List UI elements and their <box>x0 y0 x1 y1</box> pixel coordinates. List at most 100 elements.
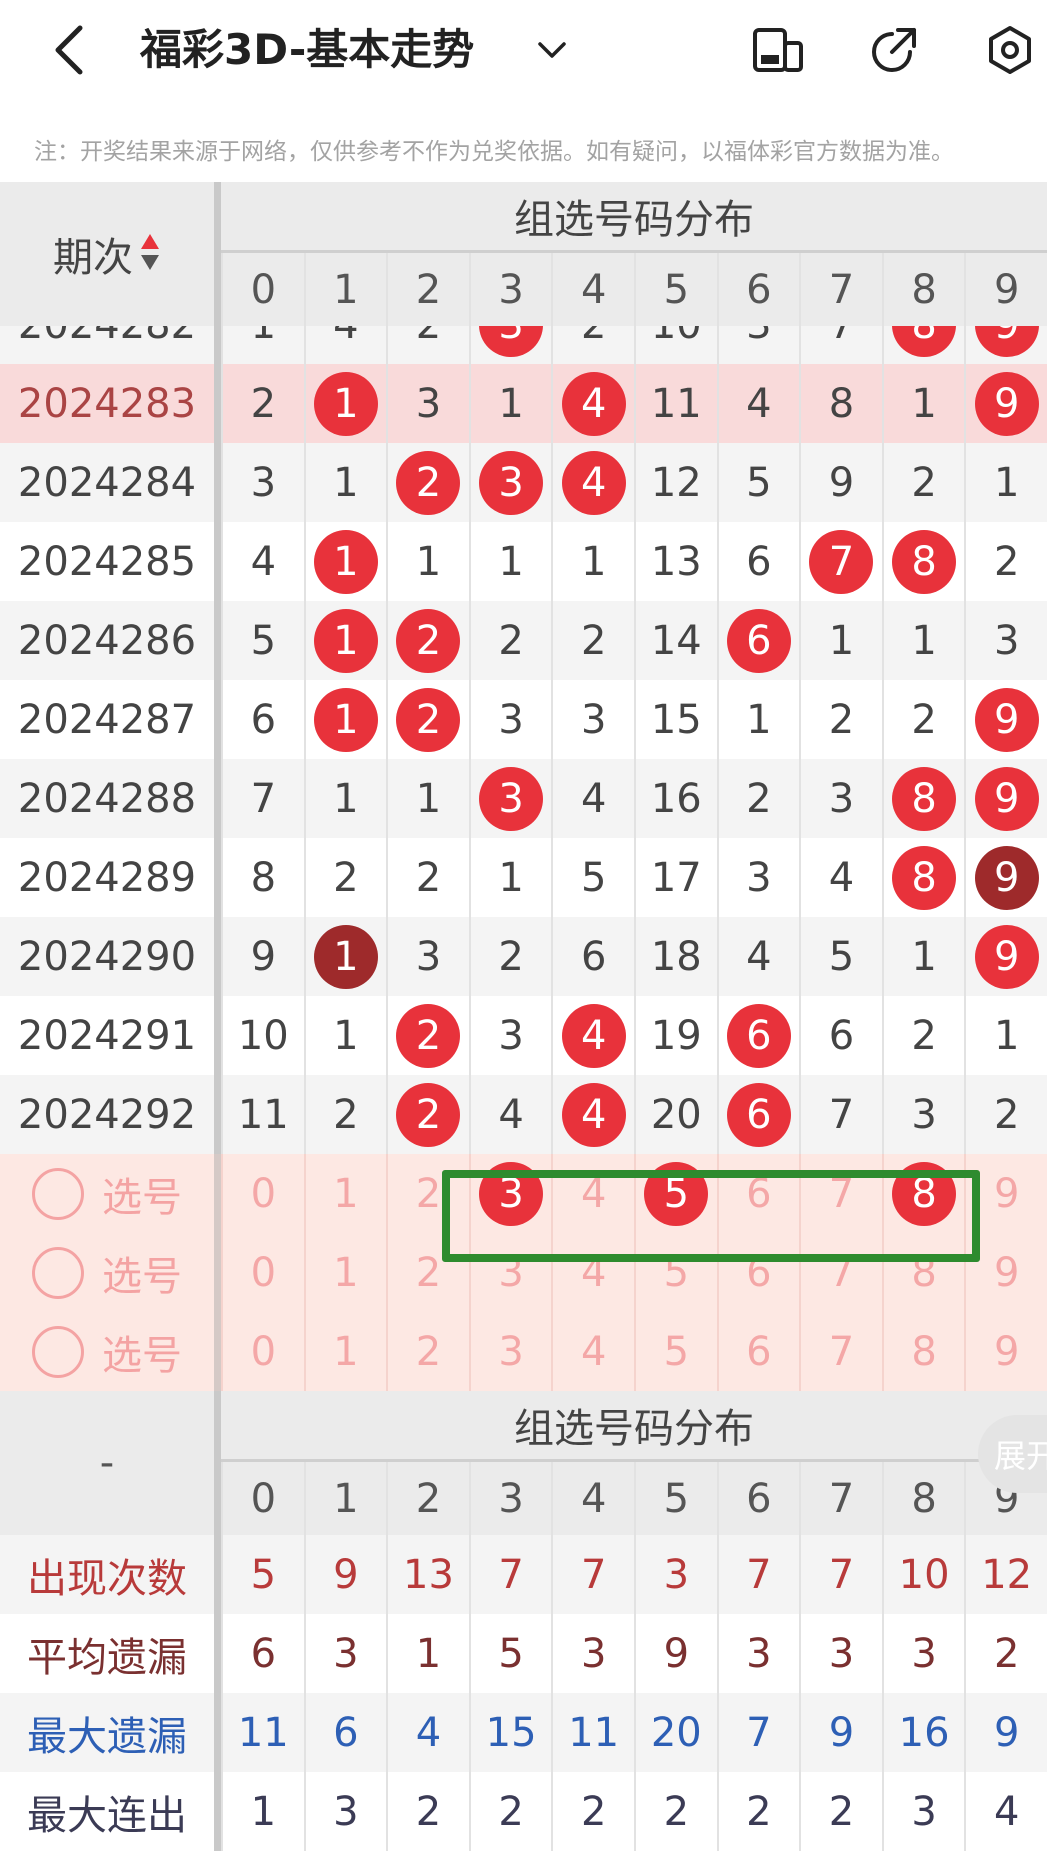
select-toggle[interactable]: 选号 <box>0 1233 214 1312</box>
title-dropdown-button[interactable] <box>530 20 574 80</box>
digit-cell: 19 <box>634 996 717 1075</box>
table-row[interactable]: 2024289 8 2 2 1 5 17 3 4 8 9 <box>0 838 1047 917</box>
digit-cell: 2 <box>386 601 469 680</box>
cell-value: 6 <box>746 1012 772 1059</box>
radio-icon[interactable] <box>32 1325 84 1378</box>
table-row[interactable]: 2024288 7 1 1 3 4 16 2 3 8 9 <box>0 759 1047 838</box>
select-digit-cell[interactable]: 1 <box>303 1233 387 1312</box>
cell-value: 2 <box>911 459 937 506</box>
table-row[interactable]: 2024285 4 1 1 1 1 13 6 7 8 2 <box>0 522 1047 601</box>
select-digit-cell[interactable]: 1 <box>303 1154 387 1233</box>
cell-value: 14 <box>650 617 702 664</box>
cell-value: 3 <box>498 775 524 822</box>
cell-value: 2 <box>416 326 441 348</box>
digit-cell: 1 <box>303 996 387 1075</box>
cell-value: 1 <box>333 617 359 664</box>
cell-value: 4 <box>580 380 607 427</box>
cell-value: 1 <box>333 380 359 427</box>
table-row[interactable]: 2024283 2 1 3 1 4 11 4 8 1 9 <box>0 364 1047 443</box>
digit-cell: 3 <box>964 601 1047 680</box>
column-divider <box>214 996 221 1075</box>
cell-value: 2 <box>993 1091 1020 1138</box>
table-row[interactable]: 2024291 10 1 2 3 4 19 6 6 2 1 <box>0 996 1047 1075</box>
cell-value: 2 <box>911 1012 937 1059</box>
stats-value: 2 <box>799 1772 882 1851</box>
select-digit-cell[interactable]: 6 <box>716 1312 800 1391</box>
digit-cell: 2 <box>221 364 304 443</box>
select-digit-cell[interactable]: 3 <box>468 1312 552 1391</box>
digit-header: 2 <box>386 1462 469 1535</box>
share-button[interactable] <box>864 20 924 80</box>
digit-cell: 3 <box>716 838 800 917</box>
expand-button[interactable]: 展开 <box>978 1415 1047 1493</box>
select-toggle[interactable]: 选号 <box>0 1312 214 1391</box>
stats-value: 9 <box>634 1614 717 1693</box>
select-toggle[interactable]: 选号 <box>0 1154 214 1233</box>
device-button[interactable] <box>748 20 808 80</box>
cell-value: 4 <box>580 1091 607 1138</box>
select-digit-cell[interactable]: 0 <box>221 1233 304 1312</box>
cell-value: 2 <box>911 696 937 743</box>
digit-cell: 1 <box>468 364 552 443</box>
digit-cell: 12 <box>634 443 717 522</box>
digit-cell: 2 <box>881 680 965 759</box>
select-digit-cell[interactable]: 0 <box>221 1312 304 1391</box>
select-digit-cell[interactable]: 0 <box>221 1154 304 1233</box>
column-divider <box>214 443 221 522</box>
chevron-down-icon <box>538 42 566 58</box>
table-row[interactable]: 2024290 9 1 3 2 6 18 4 5 1 9 <box>0 917 1047 996</box>
select-digit-cell[interactable]: 8 <box>881 1312 965 1391</box>
select-digit-cell[interactable]: 5 <box>634 1312 717 1391</box>
stats-value: 15 <box>468 1693 552 1772</box>
cell-value: 8 <box>911 538 937 585</box>
cell-value: 1 <box>993 1012 1020 1059</box>
cell-value: 3 <box>580 696 607 743</box>
cell-value: 8 <box>911 1328 937 1375</box>
digit-cell: 1 <box>468 838 552 917</box>
stats-value: 20 <box>634 1693 717 1772</box>
period-number: 2024291 <box>17 1012 197 1059</box>
settings-button[interactable] <box>980 20 1040 80</box>
table-row[interactable]: 2024286 5 1 2 2 2 14 6 1 1 3 <box>0 601 1047 680</box>
digit-cell: 1 <box>386 522 469 601</box>
digit-cell: 9 <box>964 917 1047 996</box>
select-digit-cell[interactable]: 7 <box>799 1312 882 1391</box>
digit-cell: 5 <box>799 917 882 996</box>
cell-value: 3 <box>498 1012 524 1059</box>
column-divider <box>214 1693 221 1772</box>
select-row[interactable]: 选号 0 1 2 3 4 5 6 7 8 9 <box>0 1312 1047 1391</box>
select-digit-cell[interactable]: 4 <box>551 1312 634 1391</box>
digit-cell: 9 <box>221 917 304 996</box>
radio-icon[interactable] <box>32 1246 84 1299</box>
select-digit-cell[interactable]: 2 <box>386 1312 469 1391</box>
cell-value: 2 <box>333 854 359 901</box>
radio-icon[interactable] <box>32 1167 84 1220</box>
digit-cell: 7 <box>799 522 882 601</box>
digit-cell: 11 <box>634 364 717 443</box>
share-icon <box>872 28 916 72</box>
stats-value: 2 <box>386 1772 469 1851</box>
table-row[interactable]: 2024287 6 1 2 3 3 15 1 2 2 9 <box>0 680 1047 759</box>
digit-cell: 8 <box>221 838 304 917</box>
digit-header: 5 <box>634 1462 717 1535</box>
table-row[interactable]: 2024282 1 4 2 3 2 10 3 7 8 9 <box>0 326 1047 364</box>
back-button[interactable] <box>40 20 100 80</box>
table-row[interactable]: 2024292 11 2 2 4 4 20 6 7 3 2 <box>0 1075 1047 1154</box>
select-digit-cell[interactable]: 9 <box>964 1312 1047 1391</box>
cell-value: 4 <box>250 538 277 585</box>
stats-row: 最大连出 1 3 2 2 2 2 2 2 3 4 <box>0 1772 1047 1851</box>
digit-cell: 2 <box>386 996 469 1075</box>
cell-value: 1 <box>333 459 359 506</box>
stats-value: 2 <box>468 1772 552 1851</box>
cell-value: 1 <box>415 538 442 585</box>
digit-cell: 9 <box>964 838 1047 917</box>
digit-cell: 2 <box>964 522 1047 601</box>
cell-value: 9 <box>993 933 1020 980</box>
table-row[interactable]: 2024284 3 1 2 3 4 12 5 9 2 1 <box>0 443 1047 522</box>
cell-value: 15 <box>650 696 702 743</box>
digit-cell: 2 <box>468 601 552 680</box>
stats-header: - 组选号码分布 0 1 2 3 4 5 6 7 8 9 <box>0 1391 1047 1535</box>
cell-value: 2 <box>415 1091 442 1138</box>
select-digit-cell[interactable]: 1 <box>303 1312 387 1391</box>
stats-value: 3 <box>881 1614 965 1693</box>
